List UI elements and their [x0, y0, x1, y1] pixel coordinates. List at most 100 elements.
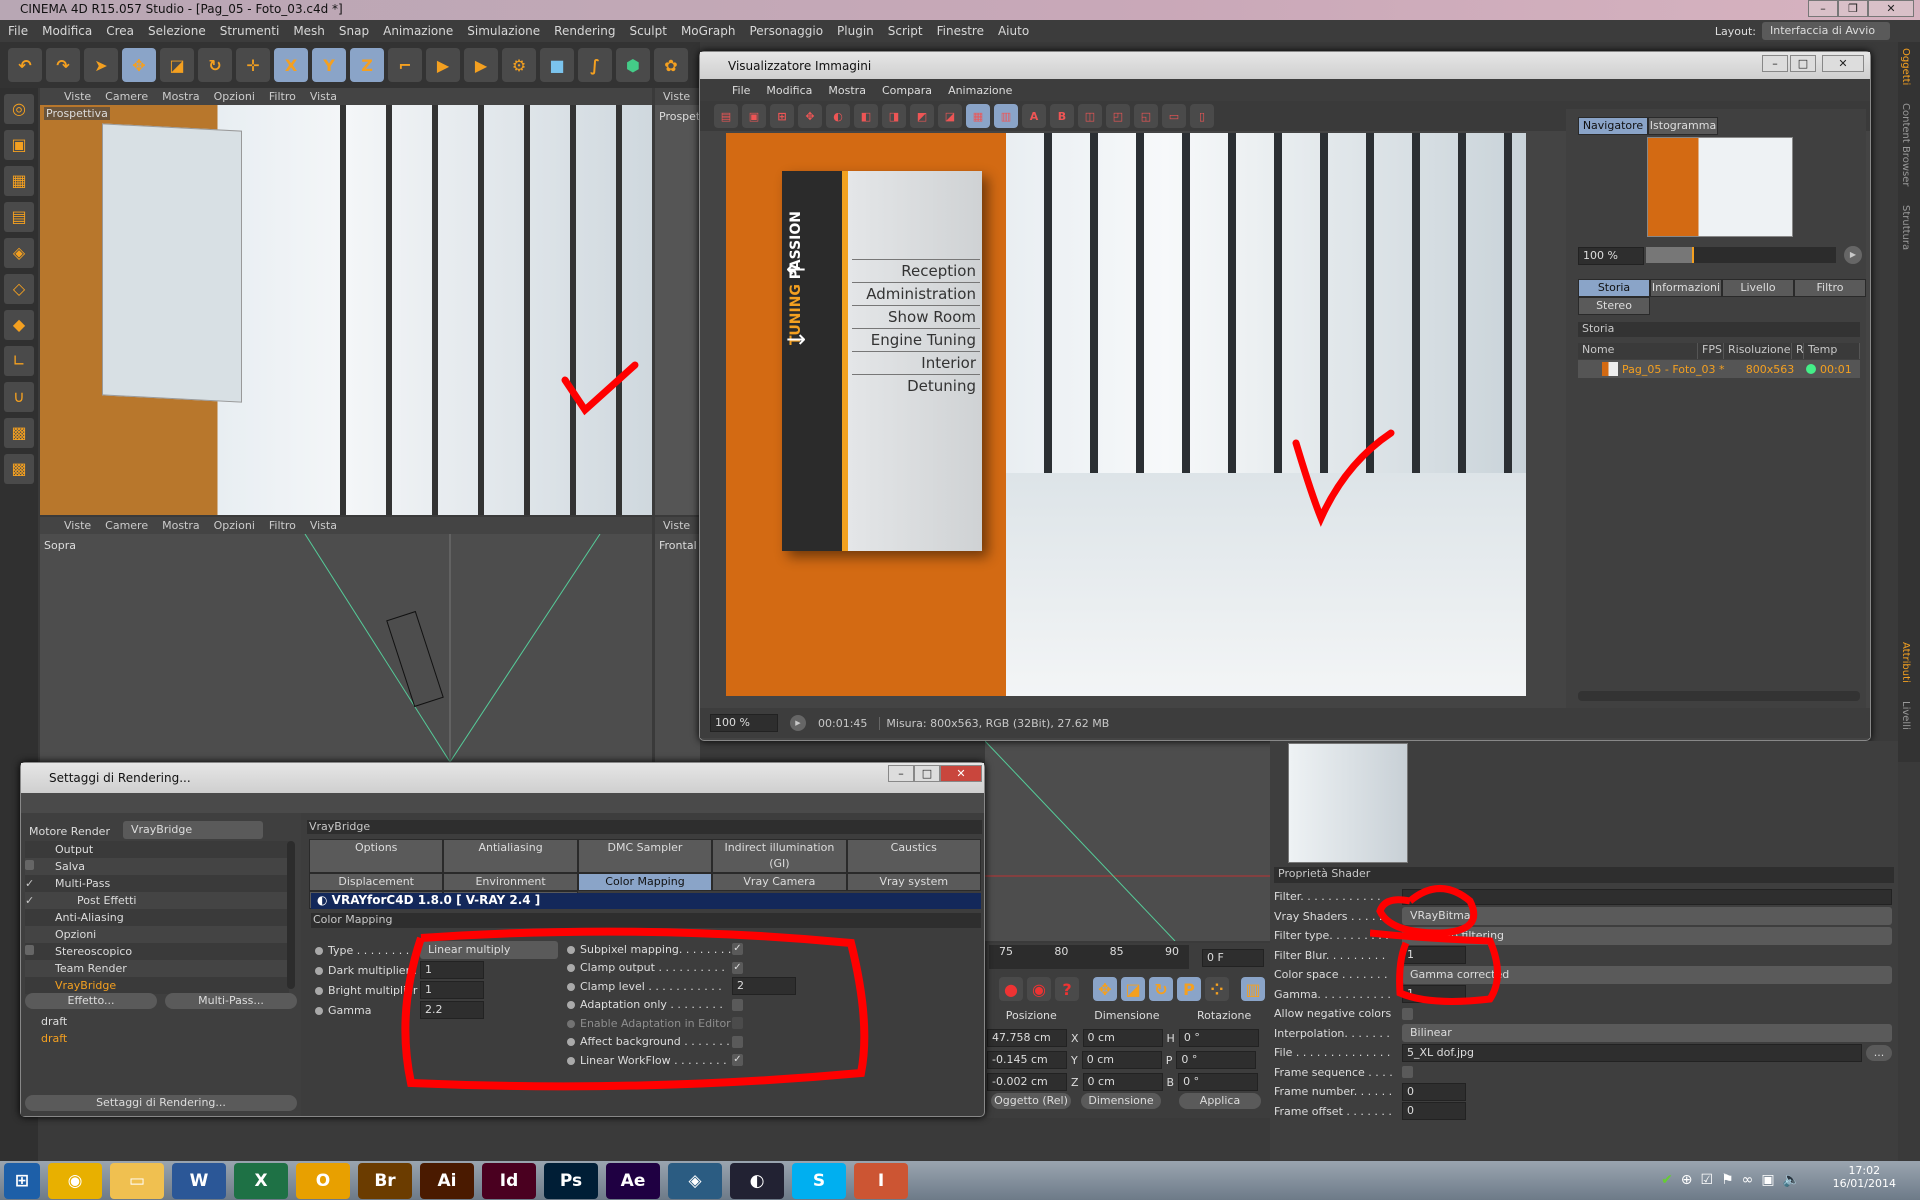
side-tab-3[interactable]: Attributi [1898, 636, 1913, 689]
polygons-mode-icon[interactable]: ◆ [4, 310, 34, 340]
tab-informazioni[interactable]: Informazioni [1650, 279, 1722, 297]
menu-sculpt[interactable]: Sculpt [629, 24, 666, 38]
menu-plugin[interactable]: Plugin [837, 24, 874, 38]
pla-key-icon[interactable]: ⁘ [1205, 977, 1229, 1001]
tab-istogramma[interactable]: Istogramma [1648, 117, 1718, 135]
taskbar-dreamweaver-icon[interactable]: ◈ [668, 1162, 722, 1199]
coords-icon[interactable]: ⌐ [388, 48, 422, 82]
viewer-tool-13-icon[interactable]: ◫ [1078, 104, 1102, 128]
viewport-perspective[interactable]: Viste Camere Mostra Opzioni Filtro Vista Pros… [40, 88, 652, 515]
tab-options[interactable]: Options [309, 839, 444, 873]
viewer-tool-4-icon[interactable]: ◐ [826, 104, 850, 128]
menu-finestre[interactable]: Finestre [937, 24, 984, 38]
tab-vray-camera[interactable]: Vray Camera [712, 873, 847, 891]
magnet-icon[interactable]: ∪ [4, 382, 34, 412]
move-key-icon[interactable]: ✥ [1093, 977, 1117, 1001]
help-icon[interactable]: ? [1055, 977, 1079, 1001]
render-settings-icon[interactable]: ⚙ [502, 48, 536, 82]
autokey-icon[interactable]: ◉ [1027, 977, 1051, 1001]
shader-number-field[interactable]: 0 [1402, 1082, 1466, 1101]
menu-mograph[interactable]: MoGraph [681, 24, 736, 38]
viewer-tool-3-icon[interactable]: ✥ [798, 104, 822, 128]
axis-icon[interactable]: ∟ [4, 346, 34, 376]
effect-button[interactable]: Effetto... [25, 993, 157, 1009]
render-icon[interactable]: ▶ [464, 48, 498, 82]
tray-check-icon[interactable]: ☑ [1701, 1172, 1714, 1188]
preset-item[interactable]: draft [25, 1032, 297, 1049]
render-tree-item[interactable]: Opzioni [25, 926, 289, 943]
menu-personaggio[interactable]: Personaggio [749, 24, 823, 38]
position-field[interactable]: -0.145 cm [987, 1051, 1067, 1069]
undo-icon[interactable]: ↶ [8, 48, 42, 82]
skype-tray-icon[interactable]: ✔ [1661, 1172, 1673, 1188]
tree-checkbox[interactable] [25, 860, 39, 873]
viewport-menu-camere[interactable]: Camere [105, 90, 148, 103]
tree-checkbox[interactable]: ✓ [25, 877, 39, 890]
transform-icon[interactable]: ✛ [236, 48, 270, 82]
grid-icon[interactable]: ▩ [4, 418, 34, 448]
storia-row[interactable]: Pag_05 - Foto_03 * 800x563 00:01 [1578, 360, 1860, 378]
viewer-tool-7-icon[interactable]: ◩ [910, 104, 934, 128]
tree-checkbox[interactable] [25, 945, 39, 958]
edges-mode-icon[interactable]: ◇ [4, 274, 34, 304]
render-tree-item[interactable]: Stereoscopico [25, 943, 289, 960]
menu-strumenti[interactable]: Strumenti [220, 24, 280, 38]
points-mode-icon[interactable]: ◈ [4, 238, 34, 268]
viewport-menu-mostra[interactable]: Mostra [162, 519, 200, 532]
viewer-minimize-button[interactable]: – [1762, 55, 1788, 72]
viewer-menu-mostra[interactable]: Mostra [828, 84, 866, 97]
menu-script[interactable]: Script [888, 24, 923, 38]
taskbar-excel-icon[interactable]: X [234, 1162, 288, 1199]
render-tree-item[interactable]: VrayBridge [25, 977, 289, 994]
viewer-tool-17-icon[interactable]: ▯ [1190, 104, 1214, 128]
scale-key-icon[interactable]: ◪ [1121, 977, 1145, 1001]
select-icon[interactable]: ➤ [84, 48, 118, 82]
viewport-menu-mostra[interactable]: Mostra [162, 90, 200, 103]
render-tree-item[interactable]: ✓ Multi-Pass [25, 875, 289, 892]
dimension-field[interactable]: 0 cm [1082, 1073, 1163, 1091]
render-tree-item[interactable]: ✓ Post Effetti [25, 892, 289, 909]
viewer-menu-animazione[interactable]: Animazione [948, 84, 1012, 97]
tree-scrollbar[interactable] [287, 841, 295, 989]
render-tree-item[interactable]: Salva [25, 858, 289, 875]
taskbar-ps-icon[interactable]: Ps [544, 1162, 598, 1199]
viewer-close-button[interactable]: ✕ [1822, 55, 1864, 72]
tray-app-icon[interactable]: ⊕ [1681, 1172, 1693, 1188]
viewport-menu-filtro[interactable]: Filtro [269, 90, 296, 103]
storia-scrollbar[interactable] [1578, 691, 1860, 701]
param-key-icon[interactable]: P [1177, 977, 1201, 1001]
taskbar-br-icon[interactable]: Br [358, 1162, 412, 1199]
tab-caustics[interactable]: Caustics [846, 839, 981, 873]
menu-animazione[interactable]: Animazione [383, 24, 453, 38]
taskbar-skype-icon[interactable]: S [792, 1162, 846, 1199]
tab-color-mapping[interactable]: Color Mapping [577, 873, 713, 891]
viewport-front[interactable]: Viste Frontal [655, 517, 700, 762]
viewer-tool-5-icon[interactable]: ◧ [854, 104, 878, 128]
axis-x-icon[interactable]: X [274, 48, 308, 82]
viewer-tool-0-icon[interactable]: ▤ [714, 104, 738, 128]
tab-indirect-illumination-gi-[interactable]: Indirect illumination (GI) [712, 839, 847, 873]
viewer-tool-14-icon[interactable]: ◰ [1106, 104, 1130, 128]
layout-dropdown[interactable]: Interfaccia di Avvio [1762, 22, 1890, 40]
cube-icon[interactable]: ■ [540, 48, 574, 82]
viewport-top[interactable]: Viste Camere Mostra Opzioni Filtro Vista Sopr… [40, 517, 652, 762]
taskbar-id-icon[interactable]: Id [482, 1162, 536, 1199]
system-clock[interactable]: 17:02 16/01/2014 [1833, 1164, 1896, 1190]
viewer-tool-10-icon[interactable]: ▥ [994, 104, 1018, 128]
tree-checkbox[interactable]: ✓ [25, 894, 39, 907]
play-icon[interactable]: ▶ [1844, 246, 1862, 264]
tab-storia[interactable]: Storia [1578, 279, 1650, 297]
side-tab-2[interactable]: Struttura [1898, 199, 1913, 256]
render-close-button[interactable]: ✕ [940, 765, 982, 782]
viewer-tool-11-icon[interactable]: A [1022, 104, 1046, 128]
rendered-image[interactable]: TUNING PASSION ← → Reception Administrati… [726, 133, 1526, 696]
render-minimize-button[interactable]: – [888, 765, 914, 782]
shader-number-field[interactable]: 0 [1402, 1102, 1466, 1121]
render-tree-item[interactable]: Anti-Aliasing [25, 909, 289, 926]
array-icon[interactable]: ✿ [654, 48, 688, 82]
viewer-tool-15-icon[interactable]: ◱ [1134, 104, 1158, 128]
taskbar-explorer-icon[interactable]: ▭ [110, 1162, 164, 1199]
sphere-mode-icon[interactable]: ◎ [4, 94, 34, 124]
tab-filtro[interactable]: Filtro [1794, 279, 1866, 297]
viewport-menu-vista[interactable]: Vista [310, 519, 337, 532]
